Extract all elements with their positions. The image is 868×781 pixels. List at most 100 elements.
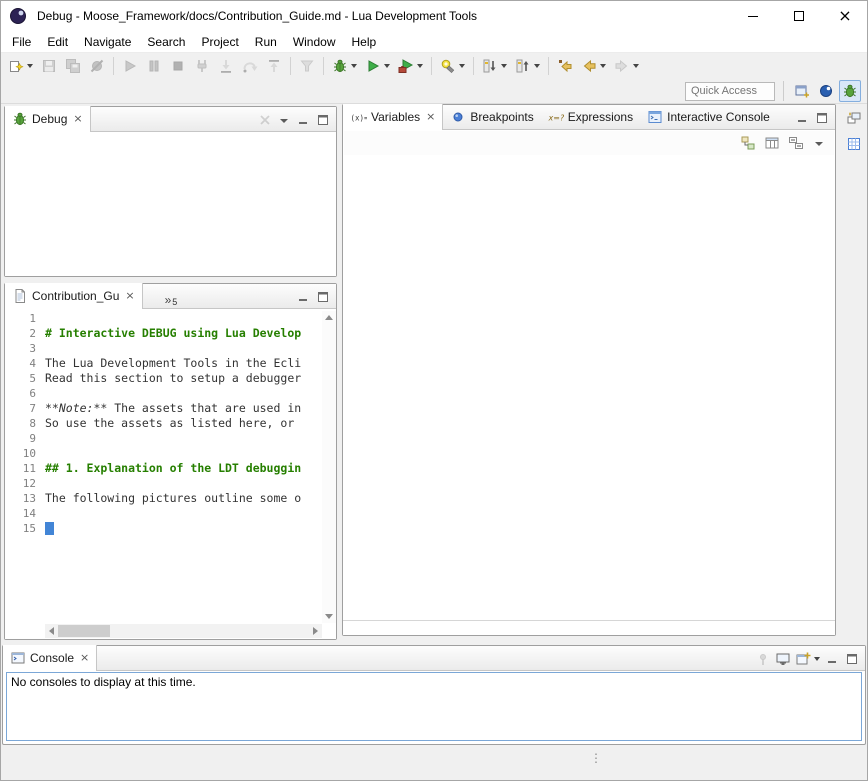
- editor-line[interactable]: 8So use the assets as listed here, or: [5, 416, 322, 431]
- show-logical-structure-button[interactable]: [737, 132, 759, 154]
- close-tab-icon[interactable]: ×: [426, 110, 435, 123]
- scrollbar-thumb[interactable]: [58, 625, 110, 637]
- resume-button[interactable]: [119, 55, 141, 77]
- editor-vertical-scrollbar[interactable]: [322, 311, 336, 623]
- scroll-right-icon[interactable]: [313, 627, 318, 635]
- menu-window[interactable]: Window: [285, 33, 344, 51]
- editor-line[interactable]: 14: [5, 506, 322, 521]
- debug-button[interactable]: [329, 55, 360, 77]
- window-maximize-button[interactable]: [776, 0, 822, 32]
- close-tab-icon[interactable]: ×: [125, 289, 134, 302]
- view-menu-button[interactable]: [275, 109, 293, 131]
- variables-body[interactable]: [343, 155, 835, 635]
- forward-button[interactable]: [611, 55, 642, 77]
- editor-line[interactable]: 11## 1. Explanation of the LDT debuggin: [5, 461, 322, 476]
- editor-horizontal-scrollbar[interactable]: [45, 624, 322, 638]
- dropdown-arrow-icon[interactable]: [459, 64, 465, 68]
- use-step-filters-button[interactable]: [296, 55, 318, 77]
- grid-view-button[interactable]: [843, 133, 865, 155]
- window-minimize-button[interactable]: [730, 0, 776, 32]
- minimize-view-button[interactable]: [293, 109, 313, 131]
- maximize-view-button[interactable]: [842, 648, 862, 670]
- last-edit-location-button[interactable]: [554, 55, 576, 77]
- menu-file[interactable]: File: [4, 33, 39, 51]
- window-close-button[interactable]: ×: [822, 0, 868, 32]
- editor-lines[interactable]: 12# Interactive DEBUG using Lua Develop3…: [5, 311, 322, 623]
- dropdown-arrow-icon[interactable]: [27, 64, 33, 68]
- step-into-button[interactable]: [215, 55, 237, 77]
- editor-line[interactable]: 9: [5, 431, 322, 446]
- open-console-button[interactable]: [793, 648, 822, 670]
- editor-line[interactable]: 2# Interactive DEBUG using Lua Develop: [5, 326, 322, 341]
- minimize-view-button[interactable]: [792, 107, 812, 129]
- step-return-button[interactable]: [263, 55, 285, 77]
- lua-perspective-button[interactable]: [815, 80, 837, 102]
- save-button[interactable]: [38, 55, 60, 77]
- pin-console-button[interactable]: [753, 648, 773, 670]
- tab-breakpoints[interactable]: Breakpoints: [443, 104, 540, 129]
- statusbar-grip-icon[interactable]: ⋮: [590, 751, 602, 765]
- minimize-view-button[interactable]: [293, 286, 313, 308]
- tab-variables[interactable]: (x)=Variables×: [343, 104, 443, 129]
- step-over-button[interactable]: [239, 55, 261, 77]
- run-external-tools-button[interactable]: [395, 55, 426, 77]
- hidden-editors-chevron[interactable]: » 5: [165, 283, 178, 308]
- debug-perspective-button[interactable]: [839, 80, 861, 102]
- menu-help[interactable]: Help: [344, 33, 385, 51]
- editor-line[interactable]: 7**Note:** The assets that are used in: [5, 401, 322, 416]
- dropdown-arrow-icon[interactable]: [417, 64, 423, 68]
- detail-pane-sash[interactable]: [343, 620, 835, 621]
- collapse-all-button[interactable]: [785, 132, 807, 154]
- console-body[interactable]: No consoles to display at this time.: [6, 672, 862, 741]
- editor-line[interactable]: 3: [5, 341, 322, 356]
- tab-interactive-console[interactable]: Interactive Console: [640, 104, 777, 129]
- tab-expressions[interactable]: x=?Expressions: [541, 104, 640, 129]
- scroll-down-icon[interactable]: [325, 614, 333, 619]
- dropdown-arrow-icon[interactable]: [534, 64, 540, 68]
- previous-annotation-button[interactable]: [512, 55, 543, 77]
- show-columns-button[interactable]: [761, 132, 783, 154]
- dropdown-arrow-icon[interactable]: [633, 64, 639, 68]
- display-selected-console-button[interactable]: [773, 648, 793, 670]
- dropdown-arrow-icon[interactable]: [351, 64, 357, 68]
- disconnect-button[interactable]: [191, 55, 213, 77]
- back-button[interactable]: [578, 55, 609, 77]
- search-button[interactable]: [437, 55, 468, 77]
- view-menu-button[interactable]: [809, 132, 829, 154]
- scroll-left-icon[interactable]: [49, 627, 54, 635]
- dropdown-arrow-icon[interactable]: [600, 64, 606, 68]
- maximize-view-button[interactable]: [313, 286, 333, 308]
- tab-console[interactable]: Console ×: [3, 645, 97, 670]
- skip-all-breakpoints-button[interactable]: [86, 55, 108, 77]
- open-perspective-button[interactable]: [791, 80, 813, 102]
- close-tab-icon[interactable]: ×: [80, 651, 89, 664]
- editor-line[interactable]: 5Read this section to setup a debugger: [5, 371, 322, 386]
- editor-line[interactable]: 15: [5, 521, 322, 536]
- close-tab-icon[interactable]: ×: [73, 112, 82, 125]
- new-button[interactable]: [5, 55, 36, 77]
- editor-line[interactable]: 1: [5, 311, 322, 326]
- minimize-view-button[interactable]: [822, 648, 842, 670]
- editor-line[interactable]: 10: [5, 446, 322, 461]
- tab-contribution-guide[interactable]: Contribution_Gu ×: [5, 283, 143, 308]
- restore-view-button[interactable]: [843, 107, 865, 129]
- next-annotation-button[interactable]: [479, 55, 510, 77]
- maximize-view-button[interactable]: [313, 109, 333, 131]
- menu-project[interactable]: Project: [193, 33, 246, 51]
- dropdown-arrow-icon[interactable]: [501, 64, 507, 68]
- quick-access-input[interactable]: [685, 82, 775, 101]
- editor-line[interactable]: 4The Lua Development Tools in the Ecli: [5, 356, 322, 371]
- suspend-button[interactable]: [143, 55, 165, 77]
- menu-run[interactable]: Run: [247, 33, 285, 51]
- dropdown-arrow-icon[interactable]: [814, 657, 820, 661]
- tab-debug[interactable]: Debug ×: [5, 106, 91, 131]
- maximize-view-button[interactable]: [812, 107, 832, 129]
- dropdown-arrow-icon[interactable]: [384, 64, 390, 68]
- terminate-button[interactable]: [167, 55, 189, 77]
- remove-all-terminated-button[interactable]: [255, 109, 275, 131]
- editor-line[interactable]: 6: [5, 386, 322, 401]
- save-all-button[interactable]: [62, 55, 84, 77]
- scroll-up-icon[interactable]: [325, 315, 333, 320]
- menu-navigate[interactable]: Navigate: [76, 33, 139, 51]
- editor-line[interactable]: 13The following pictures outline some o: [5, 491, 322, 506]
